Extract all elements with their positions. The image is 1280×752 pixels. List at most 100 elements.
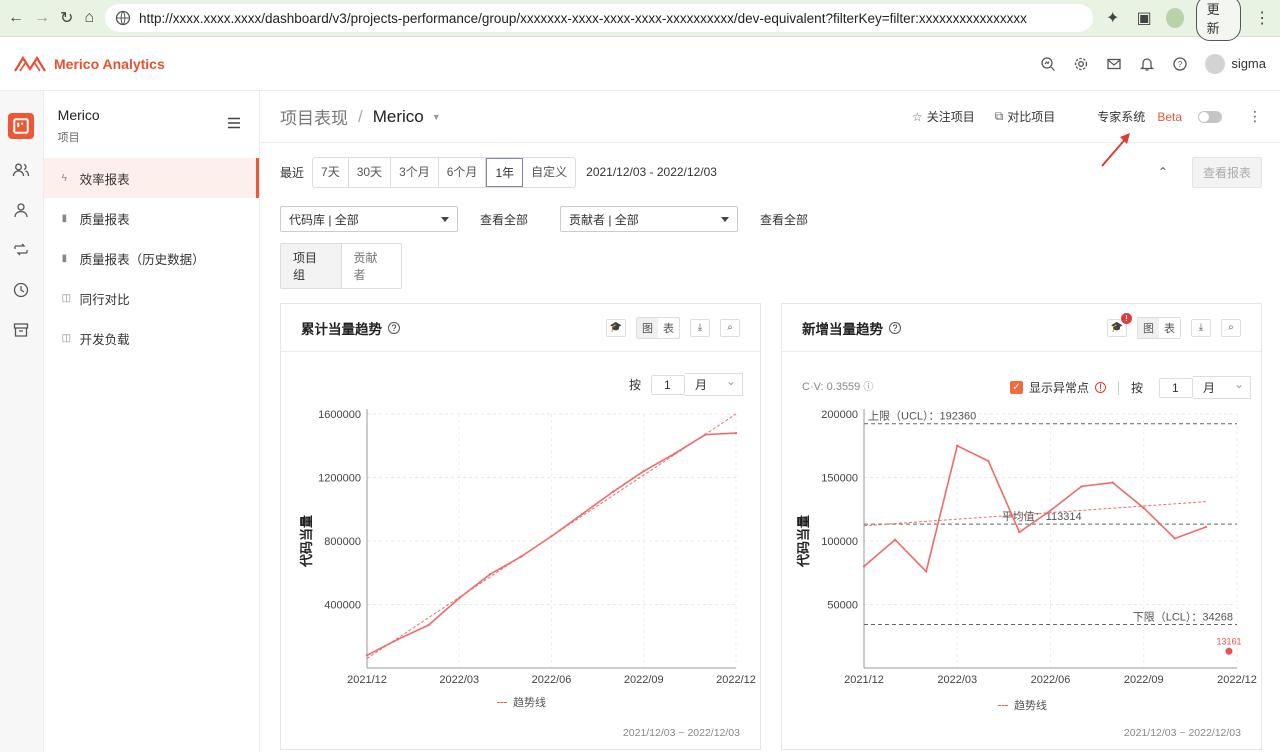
tab-contributor[interactable]: 贡献者: [342, 244, 402, 288]
sidebar-item-quality-history[interactable]: ▮ 质量报表（历史数据）: [44, 238, 259, 278]
archive-icon[interactable]: [12, 321, 30, 339]
data-point: [550, 535, 553, 538]
data-point: [987, 459, 990, 463]
view-all-contributors-link[interactable]: 查看全部: [760, 211, 808, 228]
extensions-icon[interactable]: ✦: [1103, 7, 1122, 29]
user-menu[interactable]: sigma: [1205, 53, 1266, 74]
download-icon[interactable]: ⤓: [690, 318, 710, 337]
expert-system-toggle[interactable]: [1198, 110, 1222, 123]
legend[interactable]: 趋势线: [998, 697, 1047, 713]
y-tick-label: 400000: [324, 600, 361, 612]
repo-select[interactable]: 代码库 | 全部: [280, 206, 458, 232]
history-icon[interactable]: [12, 281, 30, 299]
gear-icon[interactable]: [1073, 56, 1089, 72]
x-tick-label: 2021/12: [844, 674, 884, 686]
anomaly-checkbox[interactable]: ✓: [1010, 381, 1023, 394]
rail-projects[interactable]: [8, 113, 35, 139]
range-3m[interactable]: 3个月: [391, 157, 439, 187]
period-unit-select[interactable]: 月: [1193, 376, 1252, 399]
period-selector: 1 月: [1149, 376, 1252, 399]
help-icon[interactable]: ?: [388, 321, 400, 334]
range-custom[interactable]: 自定义: [523, 158, 575, 187]
reload-icon[interactable]: ↻: [60, 7, 73, 29]
academy-icon[interactable]: 🎓!: [1107, 312, 1132, 337]
table-view-button[interactable]: 表: [658, 318, 679, 338]
period-number-input[interactable]: 1: [651, 374, 686, 395]
range-6m[interactable]: 6个月: [439, 157, 487, 187]
legend[interactable]: 趋势线: [497, 694, 546, 710]
data-point: [642, 469, 645, 473]
brand-logo[interactable]: Merico Analytics: [14, 55, 165, 73]
help-icon[interactable]: ?: [1172, 56, 1188, 72]
data-point: [581, 512, 584, 516]
legend-label: 趋势线: [1014, 700, 1047, 712]
academy-icon[interactable]: 🎓: [606, 318, 626, 337]
bell-icon[interactable]: [1139, 56, 1155, 72]
period-selector: 按 1 月: [629, 373, 744, 396]
brand-name: Merico Analytics: [54, 55, 165, 72]
sidebar-item-dev-load[interactable]: ◫ 开发负载: [44, 318, 259, 358]
zoom-icon[interactable]: ⌕: [1221, 318, 1241, 337]
caret-down-icon[interactable]: ▼: [432, 112, 441, 122]
range-30d[interactable]: 30天: [349, 157, 392, 187]
team-icon[interactable]: [12, 161, 30, 179]
chart-view-button[interactable]: 图: [1138, 317, 1159, 338]
follow-project-button[interactable]: ☆ 关注项目: [912, 108, 975, 125]
browser-menu-icon[interactable]: ⋮: [1253, 7, 1272, 29]
hamburger-menu-icon[interactable]: [227, 117, 241, 129]
table-view-button[interactable]: 表: [1159, 318, 1180, 338]
trend-line-legend-swatch: [497, 701, 507, 703]
search-analytics-icon[interactable]: [1040, 56, 1056, 72]
breadcrumb-root[interactable]: 项目表现: [280, 104, 348, 129]
data-point: [611, 490, 615, 493]
breadcrumb-separator: /: [358, 106, 363, 126]
beta-badge: Beta: [1157, 109, 1182, 124]
series-line: [863, 444, 1207, 574]
ucl-label: 上限（UCL）：192360: [868, 410, 976, 423]
sidebar-item-quality[interactable]: ▮ 质量报表: [44, 198, 259, 238]
workflow-icon[interactable]: [12, 241, 30, 259]
mail-icon[interactable]: [1106, 56, 1122, 72]
address-bar[interactable]: http://xxxx.xxxx.xxxx/dashboard/v3/proje…: [104, 4, 1093, 32]
tab-project-group[interactable]: 项目组: [281, 244, 342, 288]
y-tick-label: 150000: [821, 473, 858, 485]
view-all-repos-link[interactable]: 查看全部: [480, 211, 528, 228]
more-options-icon[interactable]: ⋮: [1248, 108, 1262, 125]
help-icon[interactable]: ?: [889, 321, 901, 334]
x-tick-label: 2022/06: [532, 674, 572, 686]
compare-project-button[interactable]: ⧉ 对比项目: [995, 108, 1056, 125]
help-icon[interactable]: ⓘ: [863, 382, 873, 393]
back-icon[interactable]: ←: [8, 7, 24, 29]
sidebar-item-efficiency[interactable]: ϟ 效率报表: [43, 158, 259, 198]
range-7d[interactable]: 7天: [313, 157, 349, 187]
collapse-up-icon[interactable]: ⌃: [1158, 165, 1168, 179]
svg-text:?: ?: [1178, 60, 1183, 69]
sidepanel-icon[interactable]: ▣: [1134, 7, 1153, 29]
view-report-button[interactable]: 查看报表: [1191, 156, 1262, 188]
site-info-icon[interactable]: [115, 10, 131, 26]
contributor-select[interactable]: 贡献者 | 全部: [560, 206, 739, 232]
profile-icon[interactable]: [1165, 8, 1184, 28]
y-tick-label: 800000: [324, 536, 361, 548]
divider: [1118, 380, 1120, 395]
period-number-input[interactable]: 1: [1159, 377, 1194, 398]
update-button[interactable]: 更新: [1195, 0, 1241, 41]
chart-view-button[interactable]: 图: [637, 317, 658, 338]
forward-icon[interactable]: →: [34, 7, 50, 29]
zoom-icon[interactable]: ⌕: [720, 318, 740, 337]
card-title: 新增当量趋势: [802, 321, 883, 337]
board-icon: [13, 118, 30, 134]
home-icon[interactable]: ⌂: [83, 7, 95, 29]
user-icon[interactable]: [12, 201, 30, 219]
period-unit-select[interactable]: 月: [685, 373, 744, 396]
sidebar-item-label: 效率报表: [79, 172, 130, 187]
download-icon[interactable]: ⤓: [1191, 318, 1211, 337]
cv-value: C·V: 0.3559 ⓘ: [802, 378, 873, 393]
project-selector[interactable]: Merico: [373, 107, 424, 127]
y-axis-label: 代码当量: [796, 515, 811, 568]
range-1y[interactable]: 1年: [486, 157, 524, 187]
warning-icon[interactable]: !: [1095, 382, 1107, 394]
follow-label: 关注项目: [926, 110, 975, 124]
new-trend-chart: 50000 100000 150000 200000 2021/12 2022/03 202…: [796, 409, 1257, 686]
sidebar-item-peer-compare[interactable]: ◫ 同行对比: [44, 278, 259, 318]
